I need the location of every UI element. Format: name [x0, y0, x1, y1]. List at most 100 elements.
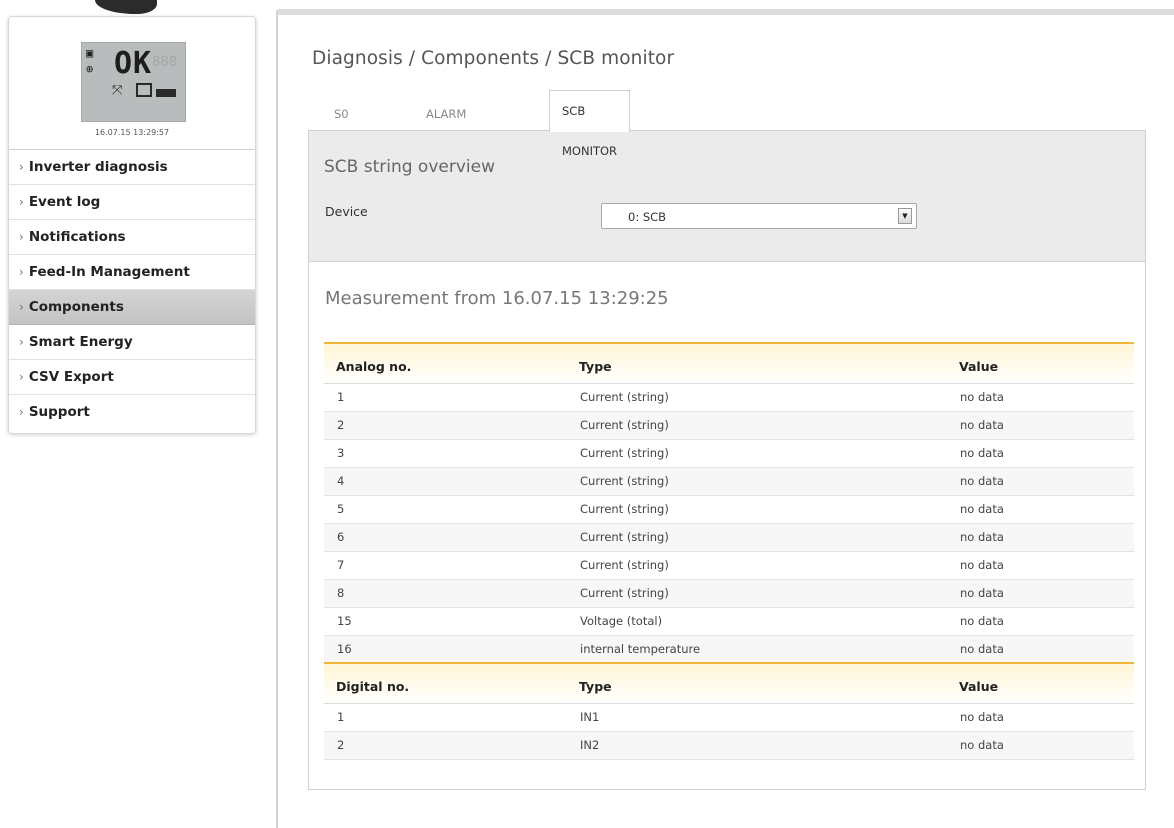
sidebar-item-label: Support [28, 404, 90, 420]
table-row: 5 Current (string) no data [324, 495, 1134, 524]
lcd-display: ▣ ⊕ OK 888 ⤧ [81, 42, 186, 122]
sidebar-item-label: Inverter diagnosis [28, 159, 168, 175]
row-value: no data [947, 467, 1134, 496]
column-header: Value [947, 662, 1134, 704]
row-type: Current (string) [567, 579, 947, 608]
content-panel: SCB string overview Device 0: SCB ▼ Meas… [308, 130, 1146, 790]
sidebar-item-feed-in-management[interactable]: › Feed-In Management [9, 255, 255, 290]
table-row: 2 Current (string) no data [324, 411, 1134, 440]
digital-table-body: 1 IN1 no data 2 IN2 no data [324, 703, 1134, 760]
tab-alarm-contact[interactable]: ALARM CONTACT [426, 97, 481, 155]
row-number: 2 [324, 731, 567, 760]
row-value: no data [947, 495, 1134, 524]
globe-icon: ⊕ [86, 62, 94, 76]
chevron-right-icon: › [19, 405, 24, 419]
row-number: 1 [324, 703, 567, 732]
column-header: Analog no. [324, 342, 567, 384]
table-row: 1 IN1 no data [324, 703, 1134, 732]
lcd-ghost-digits: 888 [152, 54, 178, 70]
sidebar-item-label: Notifications [28, 229, 126, 245]
measurement-table: Analog no. Type Value 1 Current (string) n… [324, 342, 1134, 760]
row-type: internal temperature [567, 635, 947, 664]
row-number: 6 [324, 523, 567, 552]
row-number: 7 [324, 551, 567, 580]
device-status-box: ▣ ⊕ OK 888 ⤧ 16.07.15 13:29:57 [9, 17, 255, 150]
row-value: no data [947, 731, 1134, 760]
sidebar-item-event-log[interactable]: › Event log [9, 185, 255, 220]
table-row: 3 Current (string) no data [324, 439, 1134, 468]
table-row: 16 internal temperature no data [324, 635, 1134, 664]
row-value: no data [947, 439, 1134, 468]
row-type: Current (string) [567, 467, 947, 496]
device-select[interactable]: 0: SCB ▼ [601, 203, 917, 229]
measurement-title: Measurement from 16.07.15 13:29:25 [325, 288, 669, 309]
fan-icon: ⤧ [112, 83, 123, 98]
sidebar-item-inverter-diagnosis[interactable]: › Inverter diagnosis [9, 150, 255, 185]
row-value: no data [947, 383, 1134, 412]
sidebar-item-label: Smart Energy [28, 334, 133, 350]
row-type: Current (string) [567, 495, 947, 524]
row-number: 1 [324, 383, 567, 412]
sidebar-item-components[interactable]: › Components [9, 290, 255, 325]
row-number: 2 [324, 411, 567, 440]
top-bar [278, 9, 1174, 15]
row-type: Current (string) [567, 551, 947, 580]
column-header: Value [947, 342, 1134, 384]
grid-icon [136, 83, 152, 97]
row-type: Current (string) [567, 523, 947, 552]
content-divider [276, 10, 278, 828]
row-type: IN2 [567, 731, 947, 760]
row-value: no data [947, 411, 1134, 440]
row-value: no data [947, 551, 1134, 580]
sidebar-item-smart-energy[interactable]: › Smart Energy [9, 325, 255, 360]
chevron-right-icon: › [19, 370, 24, 384]
row-number: 16 [324, 635, 567, 664]
chevron-right-icon: › [19, 160, 24, 174]
table-row: 15 Voltage (total) no data [324, 607, 1134, 636]
section-title: SCB string overview [324, 157, 495, 177]
lcd-status-text: OK [114, 46, 153, 81]
table-row: 4 Current (string) no data [324, 467, 1134, 496]
chevron-down-icon: ▼ [902, 212, 908, 220]
device-timestamp: 16.07.15 13:29:57 [94, 128, 170, 137]
sidebar-item-notifications[interactable]: › Notifications [9, 220, 255, 255]
chevron-right-icon: › [19, 335, 24, 349]
row-value: no data [947, 635, 1134, 664]
row-value: no data [947, 579, 1134, 608]
row-number: 5 [324, 495, 567, 524]
device-label: Device [325, 204, 368, 219]
row-value: no data [947, 703, 1134, 732]
row-type: Current (string) [567, 411, 947, 440]
chevron-right-icon: › [19, 195, 24, 209]
tab-s0-meter[interactable]: S0 METER [334, 97, 373, 155]
sidebar-item-csv-export[interactable]: › CSV Export [9, 360, 255, 395]
table-row: 7 Current (string) no data [324, 551, 1134, 580]
table-row: 6 Current (string) no data [324, 523, 1134, 552]
row-type: IN1 [567, 703, 947, 732]
chevron-right-icon: › [19, 265, 24, 279]
sidebar-nav: › Inverter diagnosis › Event log › Notifica… [9, 150, 255, 430]
row-value: no data [947, 523, 1134, 552]
scb-overview-section: SCB string overview Device 0: SCB ▼ [309, 131, 1145, 262]
row-type: Voltage (total) [567, 607, 947, 636]
row-value: no data [947, 607, 1134, 636]
row-number: 4 [324, 467, 567, 496]
table-row: 2 IN2 no data [324, 731, 1134, 760]
table-row: 1 Current (string) no data [324, 383, 1134, 412]
sidebar-item-support[interactable]: › Support [9, 395, 255, 430]
chevron-right-icon: › [19, 230, 24, 244]
row-type: Current (string) [567, 439, 947, 468]
sidebar: ▣ ⊕ OK 888 ⤧ 16.07.15 13:29:57 › Inverter… [8, 16, 256, 434]
meter-icon: ▣ [86, 46, 94, 60]
battery-icon [156, 89, 176, 97]
analog-table-body: 1 Current (string) no data 2 Current (string… [324, 383, 1134, 664]
dropdown-button[interactable]: ▼ [898, 208, 912, 224]
table-row: 8 Current (string) no data [324, 579, 1134, 608]
row-type: Current (string) [567, 383, 947, 412]
column-header: Type [567, 342, 947, 384]
tab-scb-monitor[interactable]: SCB MONITOR [549, 90, 631, 158]
sidebar-item-label: Event log [28, 194, 101, 210]
column-header: Digital no. [324, 662, 567, 704]
row-number: 15 [324, 607, 567, 636]
sidebar-item-label: Components [28, 299, 124, 315]
